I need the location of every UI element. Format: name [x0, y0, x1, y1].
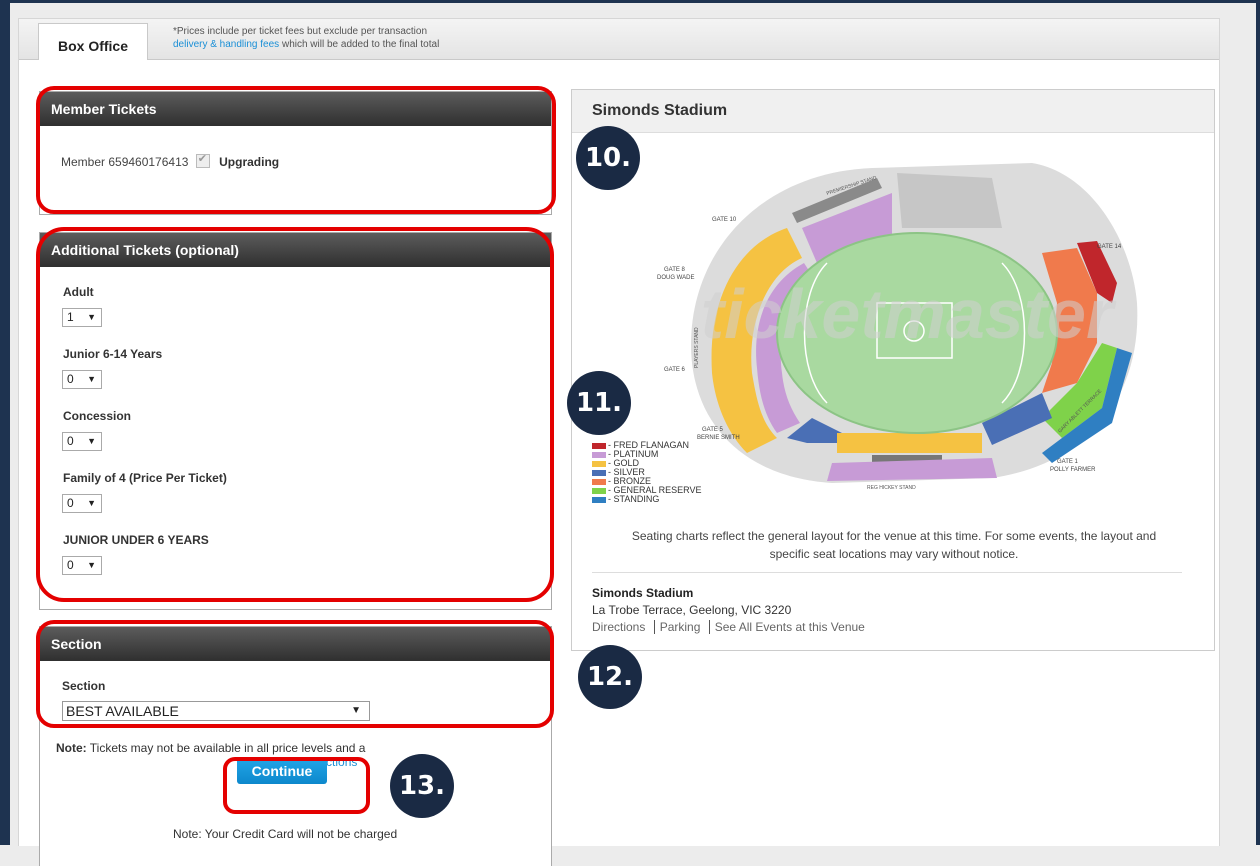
step-badge-11: 11. [567, 371, 631, 435]
venue-panel: Simonds Stadium ticketmaster PREMIERSHIP… [571, 89, 1215, 651]
tab-box-office[interactable]: Box Office [38, 23, 148, 60]
disclaimer-line-2: specific seat locations may vary without… [769, 547, 1019, 561]
qty-value: 0 [67, 558, 74, 572]
ticketmaster-watermark: ticketmaster [701, 275, 1117, 353]
member-number: Member 659460176413 [61, 155, 189, 169]
gate-1-label: GATE 1 [1057, 459, 1079, 465]
junior-qty-select[interactable]: 0 ▼ [62, 370, 102, 389]
directions-link[interactable]: Directions [592, 620, 645, 634]
continue-button[interactable]: Continue [237, 758, 327, 784]
member-tickets-title: Member Tickets [40, 92, 551, 126]
section-select[interactable]: BEST AVAILABLE ▼ [62, 701, 370, 721]
see-all-events-link[interactable]: See All Events at this Venue [715, 620, 865, 634]
additional-tickets-panel: Additional Tickets (optional) Adult 1 ▼ J… [39, 232, 552, 610]
member-tickets-panel: Member Tickets Member 659460176413 ✔ Upg… [39, 91, 552, 215]
ticket-type-label: Family of 4 (Price Per Ticket) [63, 471, 227, 485]
legend-swatch [592, 451, 606, 458]
member-row: Member 659460176413 ✔ Upgrading [61, 153, 280, 169]
legend-swatch [592, 496, 606, 503]
qty-value: 0 [67, 496, 74, 510]
legend-item: - STANDING [592, 495, 659, 504]
gate-14-label: GATE 14 [1097, 244, 1122, 250]
reg-hickey-stand-label: REG HICKEY STAND [867, 485, 916, 491]
step-badge-10: 10. [576, 126, 640, 190]
gold-south-stand [837, 433, 982, 453]
polly-farmer-label: POLLY FARMER [1050, 467, 1096, 473]
venue-name: Simonds Stadium [592, 586, 694, 600]
players-stand-label: PLAYERS STAND [694, 327, 700, 368]
step-badge-12: 12. [578, 645, 642, 709]
qty-value: 0 [67, 372, 74, 386]
window-frame-right [1256, 0, 1260, 845]
section-panel: Section Section BEST AVAILABLE ▼ Note: T… [39, 626, 552, 866]
qty-value: 1 [67, 310, 74, 324]
section-title: Section [40, 627, 551, 661]
disclaimer-line-1: Seating charts reflect the general layou… [631, 529, 1157, 543]
fee-note-line2: delivery & handling fees which will be a… [173, 38, 439, 51]
qty-value: 0 [67, 434, 74, 448]
step-badge-13: 13. [390, 754, 454, 818]
member-status: Upgrading [219, 155, 280, 169]
section-value: BEST AVAILABLE [66, 703, 179, 719]
dropdown-arrow-icon: ▼ [351, 705, 361, 716]
dropdown-arrow-icon: ▼ [87, 498, 96, 508]
link-separator [653, 620, 655, 634]
stadium-seating-map: ticketmaster PREMIERSHIP STAND GATE 10 G… [657, 163, 1138, 491]
legend-swatch [592, 442, 606, 449]
window-frame-left [0, 0, 10, 845]
doug-wade-label: DOUG WADE [657, 275, 694, 281]
legend-swatch [592, 487, 606, 494]
availability-note: Note: Tickets may not be available in al… [56, 741, 365, 755]
venue-divider [592, 572, 1182, 573]
dropdown-arrow-icon: ▼ [87, 374, 96, 384]
bernie-smith-label: BERNIE SMITH [697, 435, 740, 441]
legend-label: - STANDING [608, 494, 660, 504]
ticket-type-label: Adult [63, 285, 94, 299]
window-frame-top [0, 0, 1260, 3]
junior-under6-qty-select[interactable]: 0 ▼ [62, 556, 102, 575]
gate-10-label: GATE 10 [712, 217, 737, 223]
gate-6-label: GATE 6 [664, 367, 686, 373]
member-checkbox[interactable]: ✔ [195, 153, 210, 168]
legend-swatch [592, 478, 606, 485]
check-icon: ✔ [197, 153, 207, 165]
parking-link[interactable]: Parking [660, 620, 701, 634]
delivery-fees-link[interactable]: delivery & handling fees [173, 39, 279, 50]
ticket-type-label: Concession [63, 409, 132, 423]
gate-8-label: GATE 8 [664, 267, 686, 273]
dropdown-arrow-icon: ▼ [87, 312, 96, 322]
section-label: Section [62, 679, 106, 693]
venue-links: Directions Parking See All Events at thi… [592, 620, 865, 634]
gate-5-label: GATE 5 [702, 427, 724, 433]
note-bold: Note: [56, 741, 87, 755]
venue-address: La Trobe Terrace, Geelong, VIC 3220 [592, 603, 792, 617]
legend-swatch [592, 460, 606, 467]
venue-title: Simonds Stadium [572, 90, 1214, 133]
note-text: Tickets may not be available in all pric… [86, 741, 366, 755]
concession-qty-select[interactable]: 0 ▼ [62, 432, 102, 451]
additional-tickets-title: Additional Tickets (optional) [40, 233, 551, 267]
family-qty-select[interactable]: 0 ▼ [62, 494, 102, 513]
north-east-grey-stand [897, 173, 1002, 228]
tab-bar: Box Office *Prices include per ticket fe… [19, 19, 1219, 60]
fee-note-line1: *Prices include per ticket fees but excl… [173, 26, 428, 37]
credit-card-note: Note: Your Credit Card will not be charg… [173, 827, 398, 841]
fee-note-rest: which will be added to the final total [279, 39, 440, 50]
dropdown-arrow-icon: ▼ [87, 436, 96, 446]
fee-note: *Prices include per ticket fees but excl… [173, 25, 439, 51]
seating-disclaimer: Seating charts reflect the general layou… [582, 527, 1206, 563]
ticket-type-label: Junior 6-14 Years [63, 347, 163, 361]
dropdown-arrow-icon: ▼ [87, 560, 96, 570]
ticket-type-label: JUNIOR UNDER 6 YEARS [63, 533, 209, 547]
legend-swatch [592, 469, 606, 476]
adult-qty-select[interactable]: 1 ▼ [62, 308, 102, 327]
link-separator [708, 620, 710, 634]
